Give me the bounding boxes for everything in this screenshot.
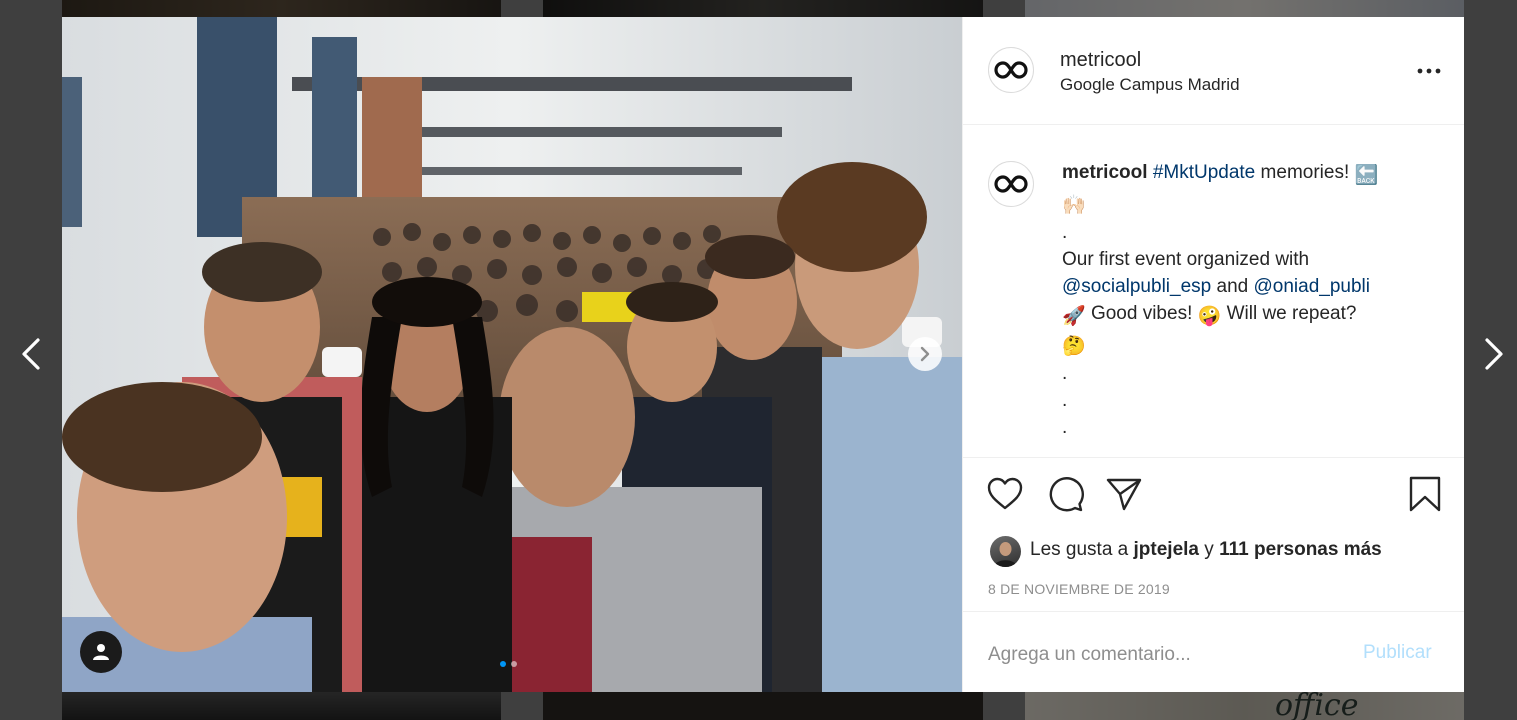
add-comment-bar: Publicar [963,612,1464,692]
caption-avatar[interactable] [988,161,1034,207]
liker-avatar[interactable] [990,536,1021,567]
thinking-face-emoji: 🤔 [1062,336,1086,357]
post-date-text[interactable]: 8 DE NOVIEMBRE DE 2019 [988,581,1170,597]
liker-username[interactable]: jptejela [1134,539,1199,560]
chevron-right-icon [920,346,930,362]
comment-bubble-icon [1049,477,1084,512]
caption-dot: . [1062,444,1068,458]
caption-text: Will we repeat? [1221,303,1357,324]
mention-link[interactable]: @socialpubli_esp [1062,276,1211,297]
carousel-indicator [500,661,517,667]
comments-section[interactable]: metricool #MktUpdate memories! 🔙 🙌🏻 . Ou… [963,125,1464,458]
post-details-panel: metricool Google Campus Madrid metricool… [962,17,1464,692]
chevron-left-icon [22,338,40,370]
more-options-button[interactable] [1417,59,1441,83]
zany-face-emoji: 🤪 [1197,306,1222,327]
comment-input[interactable] [988,640,1318,670]
more-dots-icon [1417,68,1441,74]
hashtag-link[interactable]: #MktUpdate [1153,162,1255,183]
user-photo-icon [994,542,1017,567]
bookmark-icon [1409,476,1441,512]
caption-text: Our first event organized with [1062,249,1310,270]
carousel-dot-active [500,661,506,667]
publish-button[interactable]: Publicar [1363,642,1432,664]
metricool-logo-icon [994,175,1028,193]
caption-dot: . [1062,390,1068,411]
caption-text: Good vibes! [1085,303,1198,324]
caption-dot: . [1062,222,1068,243]
likes-summary: Les gusta a jptejela y 111 personas más [963,530,1464,572]
action-bar [963,458,1464,530]
post-photo[interactable] [62,17,962,692]
profile-avatar[interactable] [988,47,1034,93]
post-date: 8 DE NOVIEMBRE DE 2019 [963,572,1464,612]
comment-button[interactable] [1045,474,1085,514]
metricool-logo-icon [994,61,1028,79]
carousel-dot [511,661,517,667]
mention-link[interactable]: @oniad_publi [1253,276,1370,297]
post-image [62,17,962,692]
next-post-button[interactable] [1475,336,1511,372]
likes-count-link[interactable]: 111 personas más [1219,539,1382,560]
likes-mid: y [1199,539,1220,560]
caption-username[interactable]: metricool [1062,162,1148,183]
caption-dot: . [1062,363,1068,384]
caption-dot: . [1062,417,1068,438]
carousel-next-button[interactable] [908,337,942,371]
likes-text: Les gusta a jptejela y 111 personas más [1030,539,1382,561]
tagged-users-button[interactable] [80,631,122,673]
header-username[interactable]: metricool [1060,49,1141,72]
likes-prefix: Les gusta a [1030,539,1134,560]
share-button[interactable] [1104,474,1144,514]
caption-text: and [1211,276,1254,297]
paper-plane-icon [1106,478,1142,511]
caption-text: memories! [1255,162,1355,183]
post-caption: metricool #MktUpdate memories! 🔙 🙌🏻 . Ou… [1062,159,1432,458]
post-modal: metricool Google Campus Madrid metricool… [62,17,1464,692]
post-location[interactable]: Google Campus Madrid [1060,75,1240,95]
like-button[interactable] [985,474,1025,514]
back-arrow-emoji: 🔙 [1354,165,1379,186]
raised-hands-emoji: 🙌🏻 [1062,195,1086,216]
rocket-emoji: 🚀 [1062,306,1086,327]
previous-post-button[interactable] [14,336,50,372]
chevron-right-icon [1485,338,1503,370]
save-button[interactable] [1405,474,1445,514]
post-header: metricool Google Campus Madrid [963,17,1464,125]
user-icon [93,644,109,660]
heart-icon [987,477,1023,510]
